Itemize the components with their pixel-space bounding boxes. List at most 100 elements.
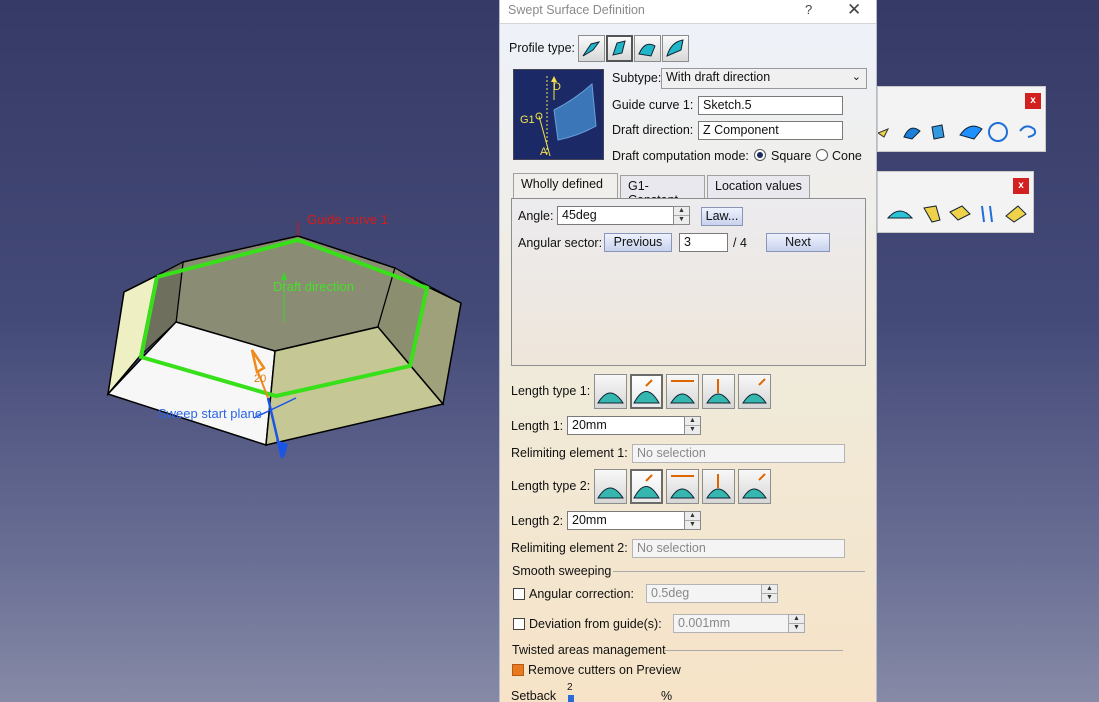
subtype-value: With draft direction [666,70,771,84]
angular-correction-field[interactable]: 0.5deg [646,584,762,603]
length-type-1-up-to-element[interactable] [666,374,699,409]
up-to-element-icon [670,380,695,404]
sector-total: / 4 [733,236,747,250]
angle-spinner[interactable]: ▲ ▼ [673,206,690,225]
explicit-profile-icon [582,41,601,57]
deviation-label: Deviation from guide(s): [529,617,662,631]
divider [665,650,843,651]
previous-button[interactable]: Previous [604,233,672,252]
tab-wholly-defined[interactable]: Wholly defined [513,173,618,199]
length-type-1-label: Length type 1: [511,384,591,398]
guide-curve-label: Guide curve 1 [307,212,388,227]
swept-surface-dialog: Swept Surface Definition ? ✕ Profile typ… [499,0,877,702]
length-type-2-along-surface[interactable] [738,469,771,504]
setback-label: Setback [511,689,557,702]
length-2-field[interactable]: 20mm [567,511,685,530]
preview-a-label: A [540,146,548,158]
dialog-titlebar[interactable]: Swept Surface Definition ? ✕ [500,0,876,24]
divider [613,571,865,572]
draft-direction-label: Draft direction: [612,123,694,137]
floating-toolbar-2: x [877,171,1034,233]
conic-profile-button[interactable] [662,35,689,62]
length-1-field[interactable]: 20mm [567,416,685,435]
along-surface-icon [742,473,767,499]
angular-correction-checkbox[interactable] [513,588,525,600]
angular-correction-label: Angular correction: [529,587,634,601]
circle-profile-button[interactable] [634,35,661,62]
part-geometry [106,222,462,459]
draft-direction-label: Draft direction [273,279,354,294]
length-1-spinner[interactable]: ▲ ▼ [684,416,701,435]
relimiting-2-field[interactable]: No selection [632,539,845,558]
length-type-2-up-to-element[interactable] [666,469,699,504]
draft-mode-label: Draft computation mode: [612,149,749,163]
along-surface-icon [742,378,767,404]
length-type-2-from-extremum[interactable] [702,469,735,504]
conic-profile-icon [666,39,684,57]
smooth-sweeping-label: Smooth sweeping [512,564,612,578]
length-type-2-from-curve[interactable] [630,469,663,504]
from-curve-icon [633,379,660,404]
cone-radio[interactable] [816,149,828,161]
toolbar-close-button[interactable]: x [1013,178,1029,194]
angle-field[interactable]: 45deg [557,206,674,225]
length-1-label: Length 1: [511,419,564,433]
sweep-start-plane-label: Sweep start plane [158,406,263,421]
toolbar-close-button[interactable]: x [1025,93,1041,109]
subtype-preview-image: D G1 A [513,69,604,160]
law-button[interactable]: Law... [701,207,743,226]
help-button[interactable]: ? [805,2,812,17]
angular-correction-spinner[interactable]: ▲ ▼ [761,584,778,603]
next-button[interactable]: Next [766,233,830,252]
setback-value: 2 [567,682,573,693]
cone-label: Cone [832,149,862,163]
sector-field[interactable]: 3 [679,233,728,252]
toolbar-2-icons[interactable] [878,200,1034,226]
floating-toolbar-1: x [877,86,1046,152]
twisted-areas-label: Twisted areas management [512,643,666,657]
preview-g1-label: G1 [520,114,535,126]
guide-curve-field[interactable]: Sketch.5 [698,96,843,115]
from-extremum-icon [706,379,731,404]
length-type-1-from-curve[interactable] [630,374,663,409]
angular-sector-label: Angular sector: [518,236,603,250]
length-type-1-from-extremum[interactable] [702,374,735,409]
chevron-down-icon: ⌄ [851,71,861,83]
standard-length-icon [597,487,624,499]
subtype-select[interactable]: With draft direction ⌄ [661,68,867,89]
relimiting-1-field[interactable]: No selection [632,444,845,463]
length-type-1-standard[interactable] [594,374,627,409]
explicit-profile-button[interactable] [578,35,605,62]
length-2-label: Length 2: [511,514,564,528]
3d-viewport[interactable]: Guide curve 1 Draft direction Sweep star… [0,0,500,702]
preview-d-label: D [553,81,561,93]
subtype-label: Subtype: [612,71,662,85]
draft-direction-field[interactable]: Z Component [698,121,843,140]
relimiting-1-label: Relimiting element 1: [511,446,628,460]
length-type-2-standard[interactable] [594,469,627,504]
line-profile-icon [612,40,626,56]
tab-g1-constant[interactable]: G1-Constant [620,175,705,207]
relimiting-2-label: Relimiting element 2: [511,541,628,555]
angle-label: Angle: [518,209,554,223]
deviation-spinner[interactable]: ▲ ▼ [788,614,805,633]
square-label: Square [771,149,812,163]
dialog-title: Swept Surface Definition [508,3,645,17]
toolbar-1-icons[interactable] [878,119,1046,145]
remove-cutters-checkbox[interactable] [512,664,524,676]
tab-location-values[interactable]: Location values [707,175,810,199]
length-type-1-along-surface[interactable] [738,374,771,409]
up-to-element-icon [670,475,695,499]
remove-cutters-label: Remove cutters on Preview [528,663,681,677]
length-2-spinner[interactable]: ▲ ▼ [684,511,701,530]
circle-profile-icon [638,43,656,57]
standard-length-icon [597,392,624,404]
guide-curve-label: Guide curve 1: [612,98,694,112]
setback-slider-thumb[interactable] [568,695,574,702]
deviation-checkbox[interactable] [513,618,525,630]
close-button[interactable]: ✕ [847,0,861,20]
deviation-field[interactable]: 0.001mm [673,614,789,633]
square-radio[interactable] [754,149,766,161]
line-profile-button[interactable] [606,35,633,62]
setback-unit: % [661,689,673,702]
